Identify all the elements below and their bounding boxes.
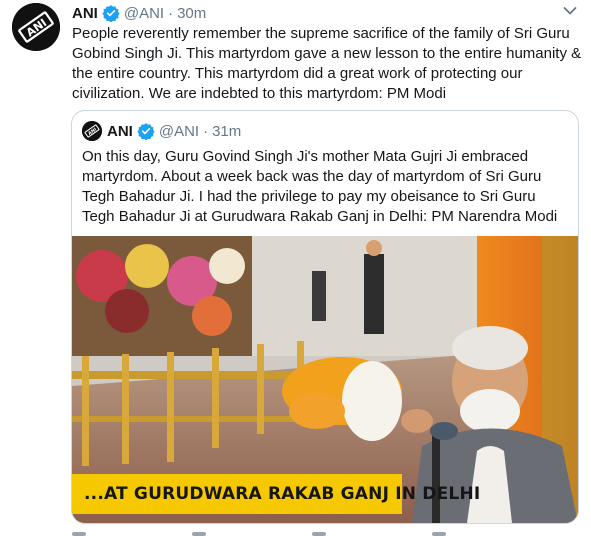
avatar[interactable]: ANI <box>12 3 60 51</box>
quoted-author-name: ANI <box>107 122 133 140</box>
quoted-author-handle: @ANI <box>158 122 200 140</box>
quoted-tweet-media[interactable]: ...AT GURUDWARA RAKAB GANJ IN DELHI <box>72 236 578 523</box>
author-name[interactable]: ANI <box>72 5 98 22</box>
quoted-avatar: ANI <box>82 121 102 141</box>
tweet[interactable]: ANI ANI @ANI · 30m People reverently rem… <box>0 0 591 536</box>
media-caption: ...AT GURUDWARA RAKAB GANJ IN DELHI <box>84 484 481 504</box>
tweet-text: People reverently remember the supreme s… <box>72 25 582 102</box>
chevron-down-icon[interactable] <box>563 6 577 16</box>
verified-badge-icon <box>102 5 120 22</box>
verified-badge-icon <box>137 123 155 140</box>
separator-dot: · <box>168 4 174 22</box>
quoted-tweet-header: ANI ANI @ANI · 31m <box>82 121 241 141</box>
media-caption-bar: ...AT GURUDWARA RAKAB GANJ IN DELHI <box>72 474 480 514</box>
quoted-tweet-text: On this day, Guru Govind Singh Ji's moth… <box>82 148 558 225</box>
ani-logo-icon: ANI <box>82 121 102 141</box>
tweet-header: ANI @ANI · 30m <box>72 3 206 23</box>
author-handle[interactable]: @ANI <box>124 5 164 22</box>
separator-dot: · <box>203 122 209 140</box>
quoted-timestamp: 31m <box>212 122 242 140</box>
action-bar-partial <box>72 532 446 536</box>
ani-logo-icon: ANI <box>12 3 60 51</box>
quoted-tweet[interactable]: ANI ANI @ANI · 31m On this day, Guru Gov… <box>71 110 579 524</box>
timestamp[interactable]: 30m <box>177 5 206 22</box>
